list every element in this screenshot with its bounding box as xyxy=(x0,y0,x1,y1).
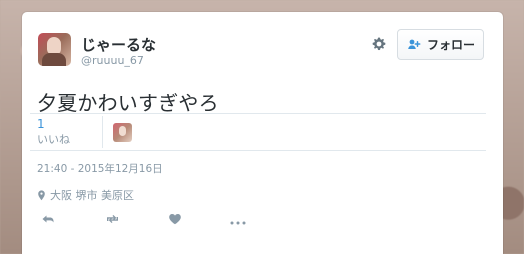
stats-top-divider xyxy=(30,113,486,114)
tweet-card: じゃーるな @ruuuu_67 フォロー 夕夏かわいすぎやろ 1 いいね 21:… xyxy=(22,12,503,254)
reply-icon xyxy=(41,210,55,229)
like-count[interactable]: 1 xyxy=(37,118,45,130)
avatar[interactable] xyxy=(38,33,71,66)
gear-icon xyxy=(371,36,387,56)
tweet-text: 夕夏かわいすぎやろ xyxy=(37,91,219,115)
location-pin-icon xyxy=(37,189,46,201)
like-label[interactable]: いいね xyxy=(37,134,70,145)
tweet-actions xyxy=(39,210,259,228)
like-button[interactable] xyxy=(166,210,184,228)
tweet-location[interactable]: 大阪 堺市 美原区 xyxy=(37,187,134,203)
tweet-timestamp: 21:40 - 2015年12月16日 xyxy=(37,163,163,175)
follow-button[interactable]: フォロー xyxy=(397,29,484,60)
reply-button[interactable] xyxy=(39,210,57,228)
more-button[interactable] xyxy=(229,210,247,228)
location-label: 大阪 堺市 美原区 xyxy=(50,189,134,202)
liker-avatar[interactable] xyxy=(113,123,132,142)
retweet-icon xyxy=(105,210,120,229)
retweet-button[interactable] xyxy=(103,210,121,228)
follow-user-icon xyxy=(406,37,422,53)
stats-bottom-divider xyxy=(30,150,486,151)
screen-name[interactable]: @ruuuu_67 xyxy=(81,54,144,67)
more-icon xyxy=(230,210,246,229)
settings-button[interactable] xyxy=(370,37,388,55)
stats-vertical-divider xyxy=(102,116,103,148)
heart-icon xyxy=(168,210,182,229)
display-name[interactable]: じゃーるな xyxy=(81,34,156,55)
follow-button-label: フォロー xyxy=(426,38,475,52)
